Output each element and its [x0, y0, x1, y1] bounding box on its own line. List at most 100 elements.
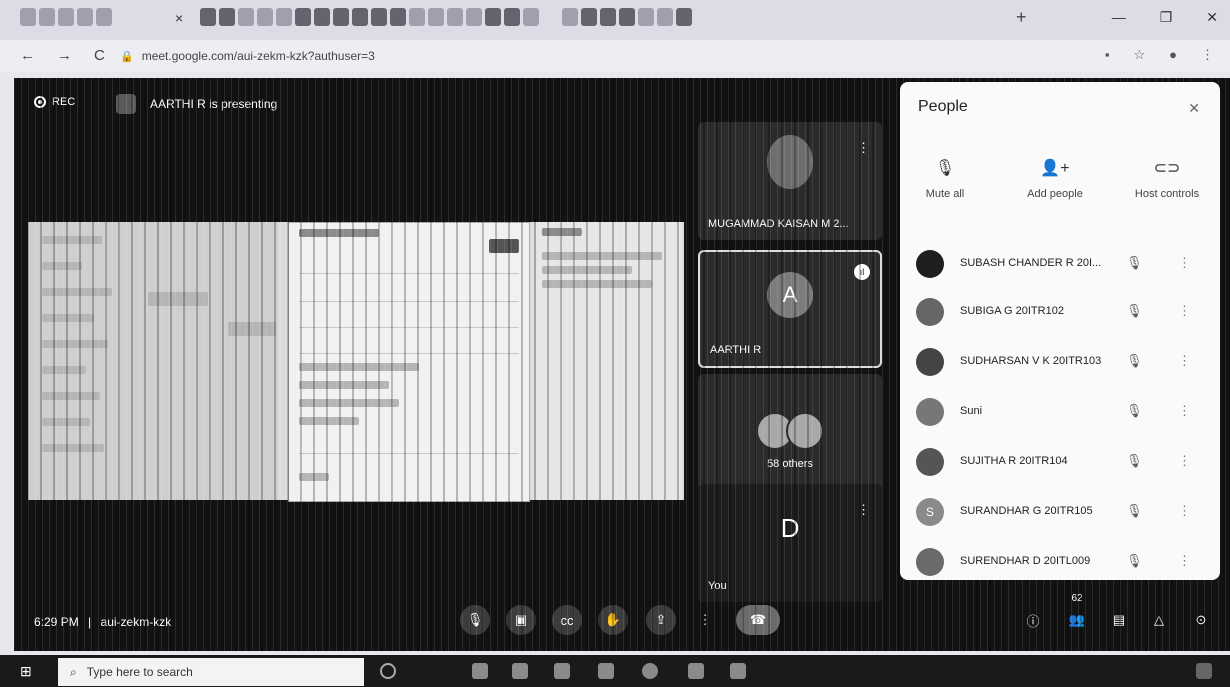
- tab-favicon-icon[interactable]: [39, 8, 55, 26]
- tab-favicon-icon[interactable]: [409, 8, 425, 26]
- tab-favicon-icon[interactable]: [96, 8, 112, 26]
- mic-off-icon[interactable]: 🎙: [1126, 255, 1143, 271]
- taskbar-app-icon[interactable]: [512, 663, 528, 679]
- tab-favicon-icon[interactable]: [20, 8, 36, 26]
- mic-off-icon[interactable]: 🎙: [1126, 503, 1143, 519]
- back-button[interactable]: ←: [20, 47, 35, 64]
- tab-close-icon[interactable]: ×: [175, 10, 183, 26]
- mic-off-icon[interactable]: 🎙: [1126, 453, 1143, 469]
- tab-favicon-icon[interactable]: [600, 8, 616, 26]
- tab-favicon-icon[interactable]: [657, 8, 673, 26]
- tab-favicon-icon[interactable]: [257, 8, 273, 26]
- new-tab-button[interactable]: +: [1016, 7, 1027, 28]
- task-view-icon[interactable]: [380, 663, 396, 679]
- taskbar-search-input[interactable]: ⌕ Type here to search: [58, 658, 364, 686]
- tab-favicons[interactable]: [20, 8, 112, 26]
- more-options-button[interactable]: ⋮: [690, 605, 720, 635]
- participant-row[interactable]: Suni 🎙 ⋮: [916, 396, 1206, 432]
- close-icon[interactable]: ✕: [1188, 100, 1200, 117]
- tab-favicon-icon[interactable]: [295, 8, 311, 26]
- mute-all-button[interactable]: 🎙 Mute all: [900, 158, 990, 200]
- notification-icon[interactable]: [1196, 663, 1212, 679]
- tab-favicons-more[interactable]: [200, 8, 692, 26]
- add-people-button[interactable]: 👤+ Add people: [1010, 158, 1100, 200]
- taskbar-app-icon[interactable]: [554, 663, 570, 679]
- more-vert-icon[interactable]: ⋮: [1178, 403, 1191, 419]
- tab-favicon-icon[interactable]: [333, 8, 349, 26]
- bookmark-star-icon[interactable]: ☆: [1133, 47, 1145, 63]
- leave-call-button[interactable]: ☎: [736, 605, 780, 635]
- more-vert-icon[interactable]: ⋮: [1178, 303, 1191, 319]
- profile-avatar-icon[interactable]: ●: [1169, 47, 1177, 63]
- raise-hand-button[interactable]: ✋: [598, 605, 628, 635]
- forward-button[interactable]: →: [57, 47, 72, 64]
- tab-favicon-icon[interactable]: [581, 8, 597, 26]
- meeting-info-button[interactable]: ⓘ: [1018, 605, 1048, 635]
- minimize-button[interactable]: —: [1112, 9, 1126, 26]
- participant-tile-active[interactable]: A ıl AARTHI R: [698, 250, 882, 368]
- participant-row[interactable]: SUDHARSAN V K 20ITR103 🎙 ⋮: [916, 346, 1206, 382]
- more-vert-icon[interactable]: ⋮: [1178, 353, 1191, 369]
- url-field[interactable]: 🔒 meet.google.com/aui-zekm-kzk?authuser=3: [120, 49, 375, 63]
- tab-favicon-icon[interactable]: [447, 8, 463, 26]
- host-lock-button[interactable]: ⊙: [1186, 605, 1216, 635]
- mic-off-icon[interactable]: 🎙: [1126, 553, 1143, 569]
- more-vert-icon[interactable]: ⋮: [1178, 503, 1191, 519]
- lock-icon[interactable]: 🔒: [120, 51, 134, 63]
- more-vert-icon[interactable]: ⋮: [1178, 553, 1191, 569]
- people-button[interactable]: 👥 62: [1062, 593, 1092, 635]
- tab-favicon-icon[interactable]: [562, 8, 578, 26]
- tab-favicon-icon[interactable]: [466, 8, 482, 26]
- taskbar-app-icon[interactable]: [730, 663, 746, 679]
- captions-button[interactable]: cc: [552, 605, 582, 635]
- tab-favicon-icon[interactable]: [428, 8, 444, 26]
- close-window-button[interactable]: ✕: [1206, 9, 1218, 26]
- more-vert-icon[interactable]: ⋮: [1178, 453, 1191, 469]
- mic-off-icon[interactable]: 🎙: [1126, 403, 1143, 419]
- camera-toggle-button[interactable]: ▣: [506, 605, 536, 635]
- tab-favicon-icon[interactable]: [676, 8, 692, 26]
- chat-button[interactable]: ▤: [1104, 605, 1134, 635]
- tab-favicon-icon[interactable]: [352, 8, 368, 26]
- self-tile[interactable]: D ⋮ You: [698, 484, 882, 602]
- present-button[interactable]: ⇪: [646, 605, 676, 635]
- tab-favicon-icon[interactable]: [276, 8, 292, 26]
- participant-row[interactable]: SURENDHAR D 20ITL009 🎙 ⋮: [916, 546, 1206, 580]
- host-controls-button[interactable]: ⊂⊃ Host controls: [1122, 158, 1212, 200]
- tab-favicon-icon[interactable]: [485, 8, 501, 26]
- participant-row[interactable]: SUBASH CHANDER R 20I... 🎙 ⋮: [916, 248, 1206, 284]
- taskbar-app-icon[interactable]: [598, 663, 614, 679]
- tab-favicon-icon[interactable]: [371, 8, 387, 26]
- tab-favicon-icon[interactable]: [314, 8, 330, 26]
- camera-indicator-icon[interactable]: ▪: [1105, 47, 1110, 63]
- more-options-icon[interactable]: ⋮: [857, 502, 870, 518]
- activities-button[interactable]: △: [1144, 605, 1174, 635]
- tab-favicon-icon[interactable]: [638, 8, 654, 26]
- participant-row[interactable]: S SURANDHAR G 20ITR105 🎙 ⋮: [916, 496, 1206, 532]
- taskbar-app-icon[interactable]: [642, 663, 658, 679]
- participant-tile[interactable]: ⋮ MUGAMMAD KAISAN M 2...: [698, 122, 882, 240]
- tab-favicon-icon[interactable]: [219, 8, 235, 26]
- mic-off-icon[interactable]: 🎙: [1126, 303, 1143, 319]
- tab-favicon-icon[interactable]: [77, 8, 93, 26]
- browser-menu-icon[interactable]: ⋮: [1201, 47, 1214, 63]
- tab-favicon-icon[interactable]: [619, 8, 635, 26]
- tab-favicon-icon[interactable]: [523, 8, 539, 26]
- participant-row[interactable]: SUBIGA G 20ITR102 🎙 ⋮: [916, 296, 1206, 332]
- more-vert-icon[interactable]: ⋮: [1178, 255, 1191, 271]
- restore-button[interactable]: ❐: [1160, 9, 1173, 26]
- mic-toggle-button[interactable]: 🎙: [460, 605, 490, 635]
- tab-favicon-icon[interactable]: [390, 8, 406, 26]
- tab-favicon-icon[interactable]: [58, 8, 74, 26]
- mic-off-icon[interactable]: 🎙: [1126, 353, 1143, 369]
- tab-favicon-icon[interactable]: [238, 8, 254, 26]
- participant-row[interactable]: SUJITHA R 20ITR104 🎙 ⋮: [916, 446, 1206, 482]
- taskbar-app-icon[interactable]: [688, 663, 704, 679]
- tab-favicon-icon[interactable]: [504, 8, 520, 26]
- windows-start-icon[interactable]: ⊞: [20, 663, 32, 680]
- others-tile[interactable]: 58 others: [698, 374, 882, 492]
- more-options-icon[interactable]: ⋮: [857, 140, 870, 156]
- taskbar-app-icon[interactable]: [472, 663, 488, 679]
- tab-favicon-icon[interactable]: [200, 8, 216, 26]
- reload-button[interactable]: C: [94, 47, 105, 64]
